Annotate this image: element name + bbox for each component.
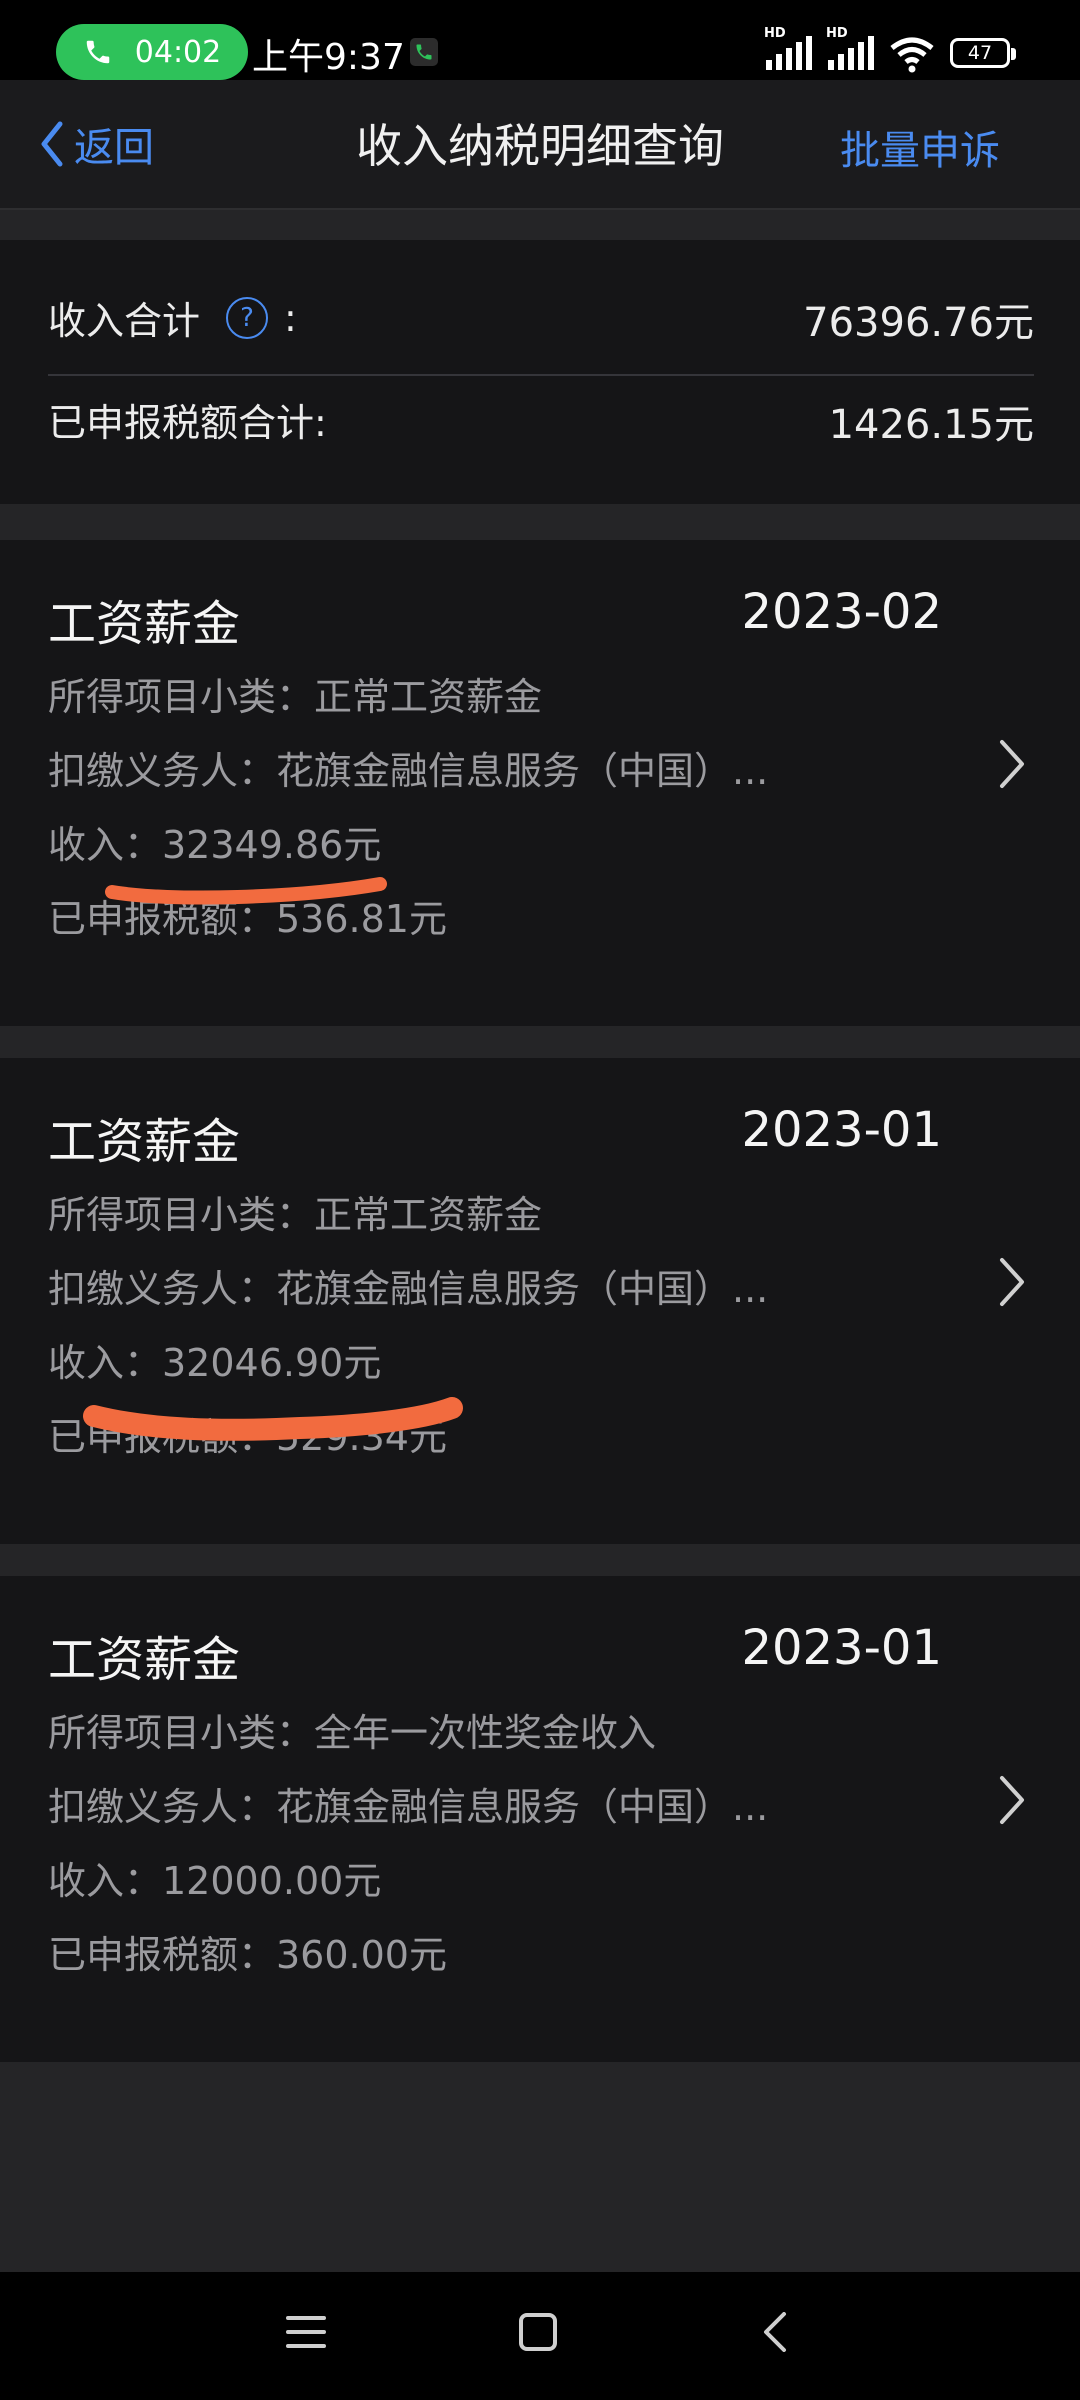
record-withholder: 扣缴义务人：花旗金融信息服务（中国）... bbox=[48, 1267, 769, 1311]
record-withholder: 扣缴义务人：花旗金融信息服务（中国）... bbox=[48, 1785, 769, 1829]
clock: 上午9:37 bbox=[252, 37, 405, 78]
tax-total-label: 已申报税额合计: bbox=[48, 401, 327, 445]
record-subcategory: 所得项目小类：正常工资薪金 bbox=[48, 675, 543, 719]
record-withholder: 扣缴义务人：花旗金融信息服务（中国）... bbox=[48, 749, 769, 793]
income-record-card[interactable]: 工资薪金 2023-02 所得项目小类：正常工资薪金 扣缴义务人：花旗金融信息服… bbox=[0, 540, 1080, 1026]
record-subcategory: 所得项目小类：全年一次性奖金收入 bbox=[48, 1711, 657, 1755]
signal-icon: HD bbox=[764, 26, 816, 78]
record-date: 2023-01 bbox=[741, 1620, 942, 1676]
status-bar: 04:02 上午9:37 HD HD 47 bbox=[0, 0, 1080, 80]
chevron-right-icon bbox=[1000, 1258, 1024, 1306]
record-income: 收入：32349.86元 bbox=[48, 823, 382, 867]
home-square-icon[interactable] bbox=[518, 2312, 558, 2352]
income-record-card[interactable]: 工资薪金 2023-01 所得项目小类：全年一次性奖金收入 扣缴义务人：花旗金融… bbox=[0, 1576, 1080, 2062]
record-income: 收入：12000.00元 bbox=[48, 1859, 382, 1903]
record-tax: 已申报税额：360.00元 bbox=[48, 1933, 447, 1977]
divider bbox=[48, 374, 1034, 376]
income-total-label: 收入合计 bbox=[48, 299, 201, 343]
record-type: 工资薪金 bbox=[48, 1632, 241, 1688]
income-total-value: 76396.76元 bbox=[803, 300, 1034, 346]
system-navigation-bar bbox=[0, 2272, 1080, 2400]
call-timer: 04:02 bbox=[134, 34, 222, 70]
record-type: 工资薪金 bbox=[48, 1114, 241, 1170]
ongoing-call-pill[interactable]: 04:02 bbox=[56, 24, 248, 80]
nav-bar: 返回 收入纳税明细查询 批量申诉 bbox=[0, 80, 1080, 210]
record-income: 收入：32046.90元 bbox=[48, 1341, 382, 1385]
income-record-card[interactable]: 工资薪金 2023-01 所得项目小类：正常工资薪金 扣缴义务人：花旗金融信息服… bbox=[0, 1058, 1080, 1544]
summary-card: 收入合计 ? : 76396.76元 已申报税额合计: 1426.15元 bbox=[0, 240, 1080, 504]
record-subcategory: 所得项目小类：正常工资薪金 bbox=[48, 1193, 543, 1237]
record-tax: 已申报税额：529.34元 bbox=[48, 1415, 447, 1459]
wifi-icon bbox=[890, 37, 934, 73]
income-total-colon: : bbox=[284, 295, 297, 340]
call-notification-icon bbox=[410, 38, 438, 66]
signal-icon: HD bbox=[826, 26, 878, 78]
record-tax: 已申报税额：536.81元 bbox=[48, 897, 447, 941]
tax-total-value: 1426.15元 bbox=[828, 402, 1034, 448]
chevron-right-icon bbox=[1000, 1776, 1024, 1824]
phone-icon bbox=[86, 40, 110, 64]
batch-appeal-button[interactable]: 批量申诉 bbox=[840, 118, 1000, 176]
record-date: 2023-02 bbox=[741, 584, 942, 640]
system-back-icon[interactable] bbox=[756, 2312, 796, 2352]
chevron-right-icon bbox=[1000, 740, 1024, 788]
battery-icon: 47 bbox=[950, 38, 1016, 68]
record-type: 工资薪金 bbox=[48, 596, 241, 652]
record-date: 2023-01 bbox=[741, 1102, 942, 1158]
question-circle-icon[interactable]: ? bbox=[226, 296, 269, 339]
menu-icon[interactable] bbox=[286, 2312, 326, 2352]
